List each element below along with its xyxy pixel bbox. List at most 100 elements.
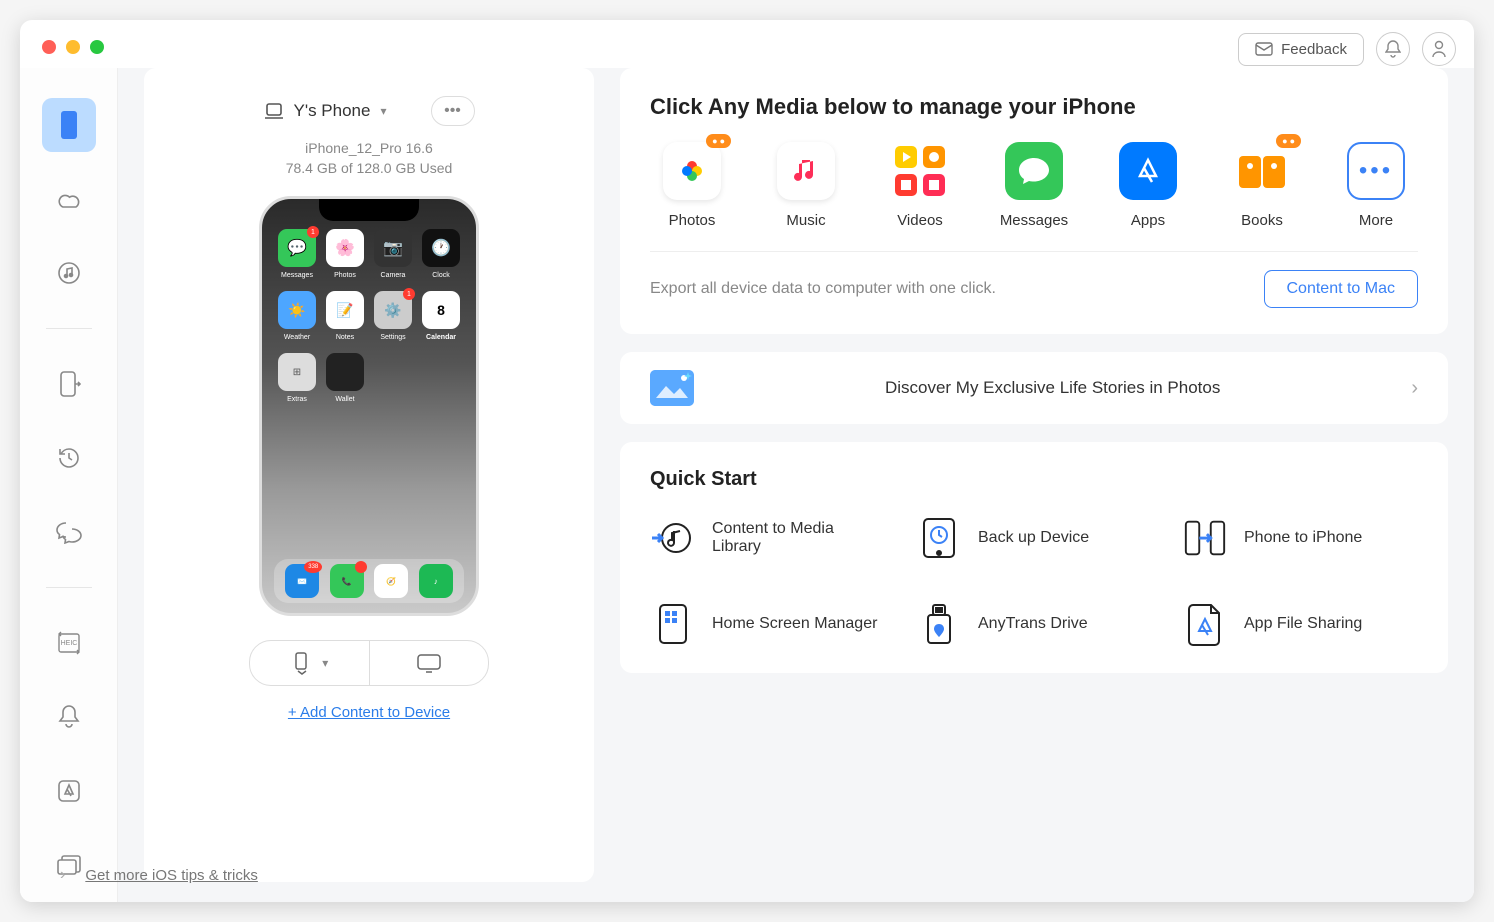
- device-selector-row: Y's Phone ▾ •••: [264, 96, 475, 126]
- media-messages[interactable]: Messages: [992, 142, 1076, 229]
- right-panel: Click Any Media below to manage your iPh…: [620, 68, 1448, 882]
- sidebar-heic[interactable]: HEIC: [42, 616, 96, 670]
- chevron-right-icon: ›: [1411, 377, 1418, 400]
- sidebar: HEIC: [20, 68, 118, 902]
- phone-preview: 1💬Messages 🌸Photos 📷Camera 🕐Clock ☀️Weat…: [259, 196, 479, 616]
- photos-icon: ●●: [663, 142, 721, 200]
- quickstart-title: Quick Start: [650, 468, 1418, 491]
- chevron-down-icon: ▾: [322, 656, 328, 670]
- footer: › Get more iOS tips & tricks: [60, 866, 258, 884]
- chat-icon: [56, 520, 82, 544]
- media-card: Click Any Media below to manage your iPh…: [620, 68, 1448, 334]
- device-panel: Y's Phone ▾ ••• iPhone_12_Pro 16.6 78.4 …: [144, 68, 594, 882]
- sidebar-appstore[interactable]: [42, 764, 96, 818]
- dock-mail: 338✉️: [285, 564, 319, 598]
- sidebar-device[interactable]: [42, 98, 96, 152]
- app-calendar: 8Calendar: [422, 291, 460, 329]
- quick-phone-to-iphone[interactable]: Phone to iPhone: [1182, 515, 1418, 561]
- phone-notch: [319, 199, 419, 221]
- badge-icon: [355, 561, 367, 573]
- account-button[interactable]: [1422, 32, 1456, 66]
- main-content: Y's Phone ▾ ••• iPhone_12_Pro 16.6 78.4 …: [118, 68, 1474, 902]
- media-more[interactable]: ••• More: [1334, 142, 1418, 229]
- backup-icon: [916, 515, 962, 561]
- cloud-icon: [55, 189, 83, 209]
- sidebar-music[interactable]: [42, 246, 96, 300]
- media-section-title: Click Any Media below to manage your iPh…: [650, 94, 1418, 120]
- badge-icon: 1: [403, 288, 415, 300]
- app-weather: ☀️Weather: [278, 291, 316, 329]
- quick-content-media[interactable]: Content to Media Library: [650, 515, 886, 561]
- notifications-button[interactable]: [1376, 32, 1410, 66]
- quickstart-card: Quick Start Content to Media Library Bac…: [620, 442, 1448, 673]
- sidebar-cloud[interactable]: [42, 172, 96, 226]
- discover-card[interactable]: Discover My Exclusive Life Stories in Ph…: [620, 352, 1448, 424]
- app-messages: 1💬Messages: [278, 229, 316, 267]
- badge-icon: ●●: [706, 134, 731, 148]
- file-sharing-icon: [1182, 601, 1228, 647]
- sidebar-divider-2: [46, 587, 92, 588]
- media-videos[interactable]: Videos: [878, 142, 962, 229]
- dock-safari: 🧭: [374, 564, 408, 598]
- messages-icon: [1005, 142, 1063, 200]
- chevron-right-icon[interactable]: ›: [60, 866, 65, 884]
- media-apps[interactable]: Apps: [1106, 142, 1190, 229]
- device-name-label: Y's Phone: [294, 101, 371, 121]
- device-more-button[interactable]: •••: [431, 96, 475, 126]
- homescreen-icon: [650, 601, 696, 647]
- device-outline-icon: [264, 102, 284, 120]
- mirror-button[interactable]: [370, 641, 489, 685]
- main-body: HEIC Y's Phone ▾: [20, 20, 1474, 902]
- quick-homescreen[interactable]: Home Screen Manager: [650, 601, 886, 647]
- sidebar-backup[interactable]: [42, 431, 96, 485]
- discover-text: Discover My Exclusive Life Stories in Ph…: [714, 378, 1391, 398]
- sidebar-divider: [46, 328, 92, 329]
- feedback-button[interactable]: Feedback: [1238, 33, 1364, 66]
- quick-app-file-sharing[interactable]: App File Sharing: [1182, 601, 1418, 647]
- phone-export-icon: [57, 370, 81, 398]
- device-selector[interactable]: Y's Phone ▾: [264, 101, 387, 121]
- sidebar-ringtone[interactable]: [42, 690, 96, 744]
- media-row: ●● Photos Music: [650, 142, 1418, 252]
- media-books[interactable]: ●● Books: [1220, 142, 1304, 229]
- tips-link[interactable]: Get more iOS tips & tricks: [85, 867, 258, 884]
- media-photos[interactable]: ●● Photos: [650, 142, 734, 229]
- fullscreen-window-icon[interactable]: [90, 40, 104, 54]
- quick-backup[interactable]: Back up Device: [916, 515, 1152, 561]
- phone-icon: [59, 110, 79, 140]
- music-note-icon: [57, 261, 81, 285]
- app-settings: 1⚙️Settings: [374, 291, 412, 329]
- videos-icon: [891, 142, 949, 200]
- top-right-controls: Feedback: [1238, 32, 1456, 66]
- app-window: Feedback: [20, 20, 1474, 902]
- phone-dock: 338✉️ 📞 🧭 ♪: [274, 559, 464, 603]
- sidebar-social[interactable]: [42, 505, 96, 559]
- minimize-window-icon[interactable]: [66, 40, 80, 54]
- app-notes: 📝Notes: [326, 291, 364, 329]
- more-icon: •••: [1347, 142, 1405, 200]
- app-wallet: Wallet: [326, 353, 364, 391]
- music-icon: [777, 142, 835, 200]
- close-window-icon[interactable]: [42, 40, 56, 54]
- device-toolbar: ▾: [249, 640, 489, 686]
- user-icon: [1431, 40, 1447, 58]
- display-icon: [416, 653, 442, 673]
- photo-sparkle-icon: [650, 370, 694, 406]
- mail-badge: 338: [304, 561, 322, 573]
- scissors-phone-icon: [290, 651, 314, 675]
- media-music[interactable]: Music: [764, 142, 848, 229]
- dock-phone: 📞: [330, 564, 364, 598]
- add-content-link[interactable]: + Add Content to Device: [288, 704, 450, 721]
- quick-anytrans-drive[interactable]: AnyTrans Drive: [916, 601, 1152, 647]
- window-controls: [42, 40, 104, 54]
- device-model-label: iPhone_12_Pro 16.6: [305, 140, 433, 156]
- content-media-icon: [650, 515, 696, 561]
- app-photos: 🌸Photos: [326, 229, 364, 267]
- badge-icon: 1: [307, 226, 319, 238]
- sidebar-transfer[interactable]: [42, 357, 96, 411]
- feedback-label: Feedback: [1281, 41, 1347, 58]
- heic-convert-icon: HEIC: [55, 630, 83, 656]
- screenshot-button[interactable]: ▾: [250, 641, 370, 685]
- content-to-mac-button[interactable]: Content to Mac: [1264, 270, 1419, 308]
- quickstart-grid: Content to Media Library Back up Device …: [650, 515, 1418, 647]
